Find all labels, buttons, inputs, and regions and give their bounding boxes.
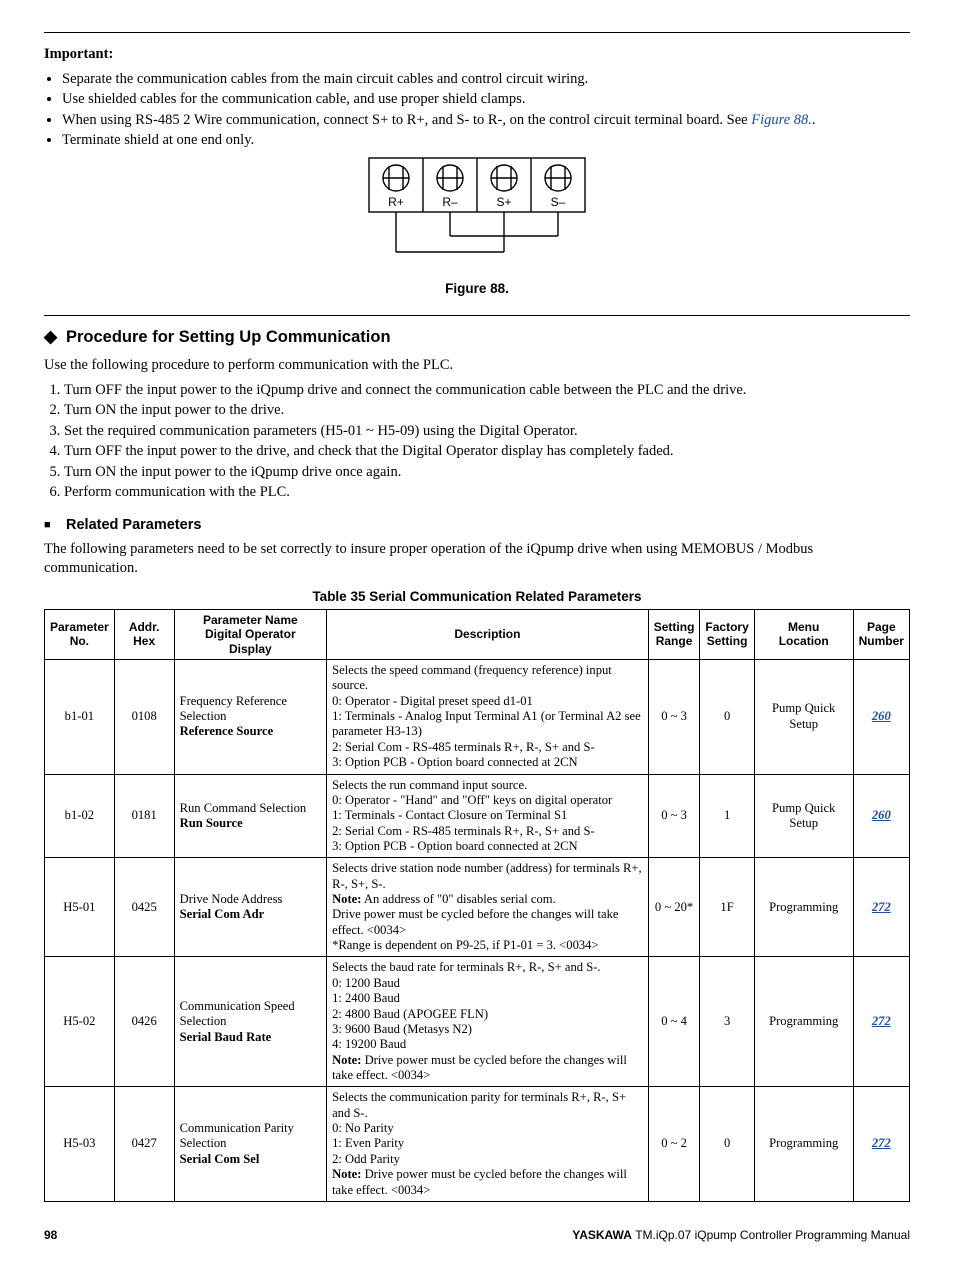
page-link[interactable]: 272 xyxy=(872,1014,891,1028)
term-label-sm: S– xyxy=(551,195,566,209)
figure-88-link[interactable]: Figure 88. xyxy=(751,112,812,128)
procedure-step: Turn ON the input power to the iQpump dr… xyxy=(64,463,910,482)
column-header: Addr. Hex xyxy=(114,609,174,659)
square-bullet-icon: ■ xyxy=(44,518,66,532)
cell-menu: Pump Quick Setup xyxy=(754,660,853,775)
cell-page: 260 xyxy=(853,660,909,775)
term-label-sp: S+ xyxy=(496,195,511,209)
procedure-step: Turn ON the input power to the drive. xyxy=(64,401,910,420)
important-bullet: When using RS-485 2 Wire communication, … xyxy=(62,111,910,130)
cell-range: 0 ~ 3 xyxy=(648,774,700,858)
column-header: FactorySetting xyxy=(700,609,754,659)
related-intro: The following parameters need to be set … xyxy=(44,540,910,577)
terminal-diagram: R+ R– S+ S– xyxy=(367,156,587,276)
page-link[interactable]: 260 xyxy=(872,808,891,822)
cell-description: Selects drive station node number (addre… xyxy=(327,858,649,957)
cell-range: 0 ~ 20* xyxy=(648,858,700,957)
procedure-step: Set the required communication parameter… xyxy=(64,422,910,441)
cell-addr-hex: 0427 xyxy=(114,1087,174,1202)
procedure-step: Turn OFF the input power to the iQpump d… xyxy=(64,381,910,400)
section-intro: Use the following procedure to perform c… xyxy=(44,356,910,375)
important-heading: Important: xyxy=(44,45,910,64)
parameters-table: ParameterNo.Addr. HexParameter NameDigit… xyxy=(44,609,910,1202)
important-bullet: Use shielded cables for the communicatio… xyxy=(62,90,910,109)
cell-param-no: b1-01 xyxy=(45,660,115,775)
column-header: Description xyxy=(327,609,649,659)
procedure-step: Turn OFF the input power to the drive, a… xyxy=(64,442,910,461)
section-title-text: Procedure for Setting Up Communication xyxy=(66,328,391,346)
table-row: b1-020181Run Command SelectionRun Source… xyxy=(45,774,910,858)
cell-range: 0 ~ 3 xyxy=(648,660,700,775)
cell-param-no: H5-03 xyxy=(45,1087,115,1202)
cell-param-no: H5-02 xyxy=(45,957,115,1087)
page-link[interactable]: 260 xyxy=(872,709,891,723)
figure-88: R+ R– S+ S– Figure 88. xyxy=(44,156,910,297)
cell-page: 272 xyxy=(853,1087,909,1202)
column-header: ParameterNo. xyxy=(45,609,115,659)
term-label-rm: R– xyxy=(442,195,458,209)
cell-name: Run Command SelectionRun Source xyxy=(174,774,326,858)
column-header: PageNumber xyxy=(853,609,909,659)
cell-factory: 0 xyxy=(700,1087,754,1202)
page-footer: 98 YASKAWA TM.iQp.07 iQpump Controller P… xyxy=(44,1228,910,1243)
cell-addr-hex: 0181 xyxy=(114,774,174,858)
column-header: Parameter NameDigital OperatorDisplay xyxy=(174,609,326,659)
cell-addr-hex: 0425 xyxy=(114,858,174,957)
cell-menu: Programming xyxy=(754,1087,853,1202)
section-heading-procedure: ◆Procedure for Setting Up Communication xyxy=(44,326,910,348)
procedure-step: Perform communication with the PLC. xyxy=(64,483,910,502)
cell-factory: 1 xyxy=(700,774,754,858)
table-caption: Table 35 Serial Communication Related Pa… xyxy=(44,588,910,605)
cell-param-no: b1-02 xyxy=(45,774,115,858)
cell-param-no: H5-01 xyxy=(45,858,115,957)
cell-factory: 3 xyxy=(700,957,754,1087)
cell-page: 260 xyxy=(853,774,909,858)
cell-addr-hex: 0426 xyxy=(114,957,174,1087)
cell-factory: 0 xyxy=(700,660,754,775)
table-row: H5-010425Drive Node AddressSerial Com Ad… xyxy=(45,858,910,957)
important-bullet: Terminate shield at one end only. xyxy=(62,131,910,150)
table-row: H5-030427Communication Parity SelectionS… xyxy=(45,1087,910,1202)
cell-description: Selects the run command input source.0: … xyxy=(327,774,649,858)
cell-menu: Pump Quick Setup xyxy=(754,774,853,858)
cell-name: Communication Speed SelectionSerial Baud… xyxy=(174,957,326,1087)
subsection-title-text: Related Parameters xyxy=(66,517,201,533)
cell-menu: Programming xyxy=(754,858,853,957)
page-number: 98 xyxy=(44,1228,57,1243)
cell-page: 272 xyxy=(853,858,909,957)
top-rule xyxy=(44,32,910,33)
diamond-bullet-icon: ◆ xyxy=(44,326,66,348)
cell-description: Selects the communication parity for ter… xyxy=(327,1087,649,1202)
footer-doc: YASKAWA TM.iQp.07 iQpump Controller Prog… xyxy=(572,1228,910,1243)
cell-factory: 1F xyxy=(700,858,754,957)
cell-menu: Programming xyxy=(754,957,853,1087)
cell-range: 0 ~ 4 xyxy=(648,957,700,1087)
cell-name: Communication Parity SelectionSerial Com… xyxy=(174,1087,326,1202)
cell-description: Selects the speed command (frequency ref… xyxy=(327,660,649,775)
table-row: H5-020426Communication Speed SelectionSe… xyxy=(45,957,910,1087)
page-link[interactable]: 272 xyxy=(872,900,891,914)
term-label-rp: R+ xyxy=(388,195,404,209)
page-link[interactable]: 272 xyxy=(872,1136,891,1150)
table-row: b1-010108Frequency Reference SelectionRe… xyxy=(45,660,910,775)
important-bullets: Separate the communication cables from t… xyxy=(62,70,910,150)
cell-addr-hex: 0108 xyxy=(114,660,174,775)
cell-name: Drive Node AddressSerial Com Adr xyxy=(174,858,326,957)
cell-page: 272 xyxy=(853,957,909,1087)
mid-rule xyxy=(44,315,910,316)
subsection-heading-related: ■Related Parameters xyxy=(44,516,910,535)
column-header: SettingRange xyxy=(648,609,700,659)
cell-description: Selects the baud rate for terminals R+, … xyxy=(327,957,649,1087)
figure-caption: Figure 88. xyxy=(44,280,910,297)
important-bullet: Separate the communication cables from t… xyxy=(62,70,910,89)
procedure-steps: Turn OFF the input power to the iQpump d… xyxy=(64,381,910,502)
column-header: MenuLocation xyxy=(754,609,853,659)
cell-range: 0 ~ 2 xyxy=(648,1087,700,1202)
cell-name: Frequency Reference SelectionReference S… xyxy=(174,660,326,775)
